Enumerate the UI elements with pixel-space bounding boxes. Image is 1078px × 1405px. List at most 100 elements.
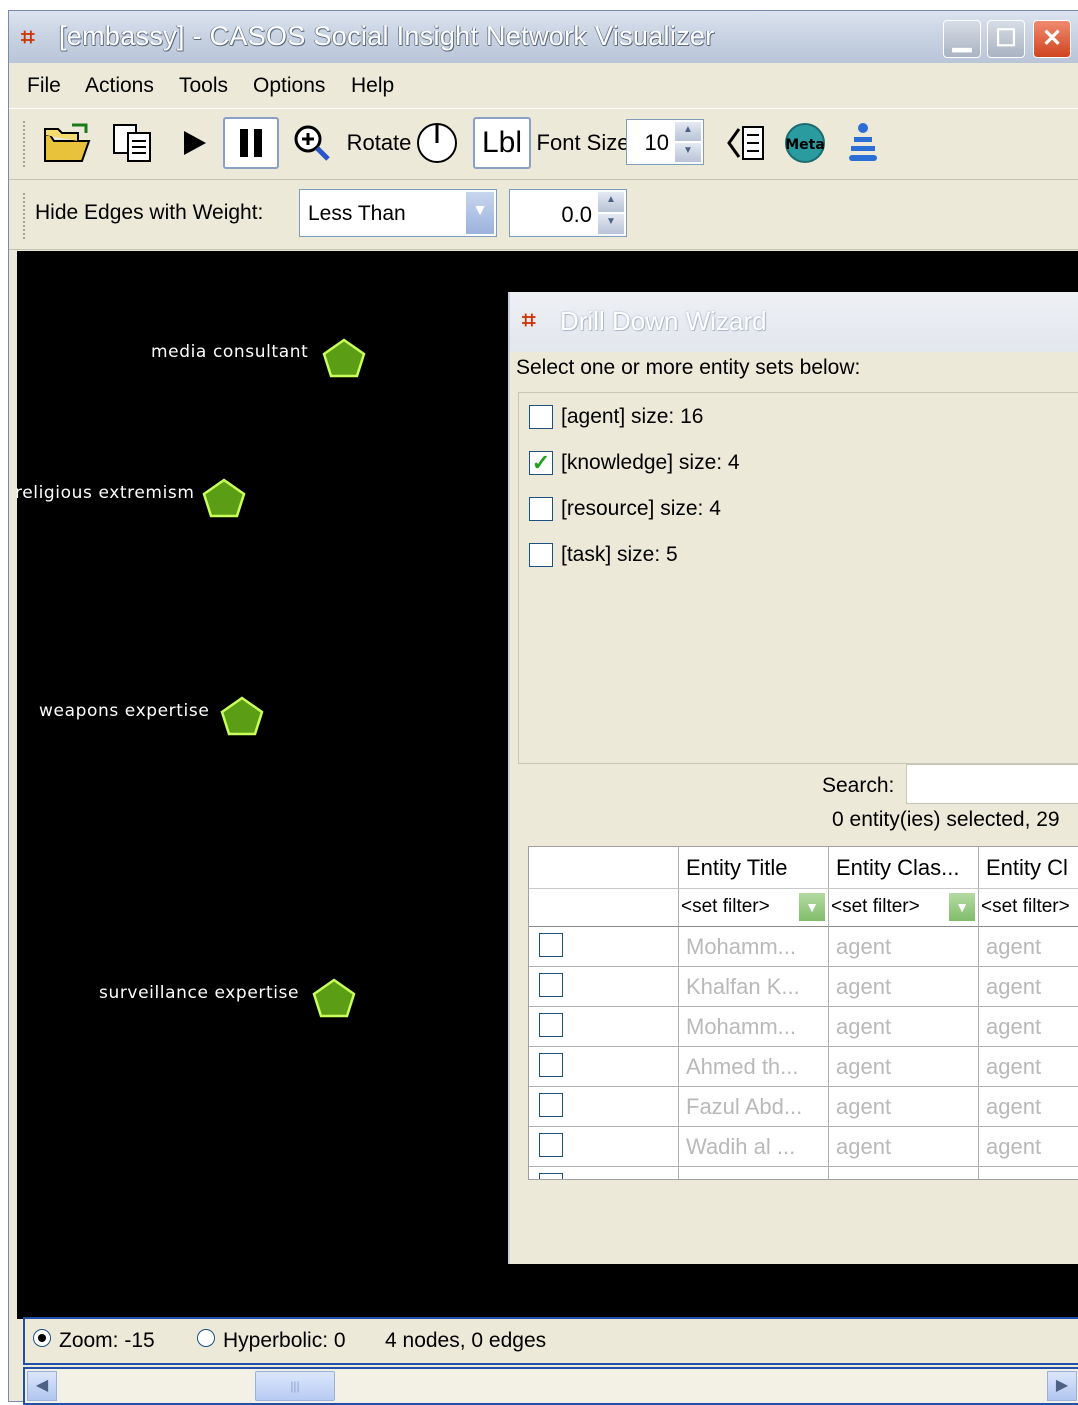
rotate-dial[interactable]: [413, 117, 461, 169]
entity-class-cell[interactable]: agent: [979, 1047, 1078, 1087]
copy-button[interactable]: [105, 117, 161, 169]
entity-set-checkbox[interactable]: ✓: [529, 451, 553, 475]
column-header-select[interactable]: [529, 847, 679, 889]
chevron-down-icon[interactable]: ▼: [465, 191, 495, 235]
entity-class-cell[interactable]: agent: [979, 927, 1078, 967]
toolbar-grip[interactable]: [23, 121, 29, 167]
table-cell: [679, 1167, 829, 1179]
scroll-right-icon[interactable]: ▶: [1047, 1371, 1077, 1401]
scroll-thumb[interactable]: |||: [255, 1371, 335, 1401]
window-title: [embassy] - CASOS Social Insight Network…: [59, 21, 715, 51]
open-folder-button[interactable]: [39, 117, 95, 169]
entity-set-item[interactable]: [agent] size: 16: [529, 405, 703, 429]
spinner-down-icon[interactable]: ▼: [597, 213, 625, 235]
row-checkbox[interactable]: [539, 1013, 563, 1037]
entity-set-checkbox[interactable]: [529, 543, 553, 567]
entity-title-cell[interactable]: Khalfan K...: [679, 967, 829, 1007]
hyperbolic-radio[interactable]: [197, 1329, 215, 1347]
legend-button[interactable]: [721, 117, 773, 169]
row-select-cell: [529, 1087, 679, 1127]
meta-button[interactable]: Meta: [781, 117, 829, 169]
column-header-entity-class-2[interactable]: Entity Cl: [979, 847, 1078, 889]
entity-class-cell[interactable]: agent: [829, 967, 979, 1007]
spinner-up-icon[interactable]: ▲: [674, 121, 702, 142]
filterbar-grip[interactable]: [23, 193, 29, 239]
entity-set-label: [resource] size: 4: [561, 497, 721, 520]
maximize-icon: ☐: [995, 25, 1017, 52]
horizontal-scrollbar[interactable]: ◀ ||| ▶: [23, 1367, 1078, 1405]
row-checkbox[interactable]: [539, 1133, 563, 1157]
weight-operator-select[interactable]: Less Than ▼: [299, 189, 497, 237]
drill-down-wizard-dialog: ⌗ Drill Down Wizard Select one or more e…: [508, 292, 1078, 1264]
menu-options[interactable]: Options: [253, 74, 325, 98]
spinner-up-icon[interactable]: ▲: [597, 191, 625, 213]
entity-class-cell[interactable]: agent: [979, 1007, 1078, 1047]
entity-set-checkbox[interactable]: [529, 497, 553, 521]
weight-value-spinner[interactable]: 0.0 ▲ ▼: [509, 189, 627, 237]
layout-button[interactable]: [841, 117, 885, 169]
class2-filter-select[interactable]: <set filter>: [979, 889, 1078, 927]
row-checkbox[interactable]: [539, 1053, 563, 1077]
column-header-entity-title[interactable]: Entity Title: [679, 847, 829, 889]
minimize-button[interactable]: ▁: [943, 20, 981, 58]
zoom-button[interactable]: [289, 117, 335, 169]
font-size-spinner-arrows[interactable]: ▲ ▼: [674, 121, 702, 163]
font-size-spinner[interactable]: 10 ▲ ▼: [626, 119, 704, 165]
chevron-down-icon[interactable]: ▼: [798, 892, 826, 922]
toolbar: Rotate Lbl Font Size 10 ▲ ▼ Meta: [9, 108, 1078, 180]
entity-set-item[interactable]: [resource] size: 4: [529, 497, 721, 521]
search-input[interactable]: [906, 764, 1078, 804]
entity-class-cell[interactable]: agent: [829, 1087, 979, 1127]
play-button[interactable]: [173, 117, 215, 169]
row-select-cell: [529, 1007, 679, 1047]
row-checkbox[interactable]: [539, 1173, 563, 1179]
scroll-left-icon[interactable]: ◀: [27, 1371, 57, 1401]
node-pentagon-icon[interactable]: [219, 695, 265, 737]
node-pentagon-icon[interactable]: [321, 337, 367, 379]
row-checkbox[interactable]: [539, 973, 563, 997]
row-select-cell: [529, 927, 679, 967]
spinner-down-icon[interactable]: ▼: [674, 142, 702, 163]
entity-class-cell[interactable]: agent: [979, 967, 1078, 1007]
node-pentagon-icon[interactable]: [201, 477, 247, 519]
entity-title-cell[interactable]: Wadih al ...: [679, 1127, 829, 1167]
title-bar[interactable]: ⌗ [embassy] - CASOS Social Insight Netwo…: [9, 11, 1078, 63]
pause-button[interactable]: [223, 117, 279, 169]
entity-title-cell[interactable]: Mohamm...: [679, 927, 829, 967]
entity-class-cell[interactable]: agent: [829, 1047, 979, 1087]
checkmark-icon: ✓: [531, 450, 551, 475]
play-icon: [184, 131, 206, 155]
node-pentagon-icon[interactable]: [311, 977, 357, 1019]
column-header-entity-class[interactable]: Entity Clas...: [829, 847, 979, 889]
maximize-button[interactable]: ☐: [987, 20, 1025, 58]
entity-class-cell[interactable]: agent: [829, 927, 979, 967]
entity-title-cell[interactable]: Fazul Abd...: [679, 1087, 829, 1127]
menu-file[interactable]: File: [27, 74, 61, 98]
entity-title-cell[interactable]: Ahmed th...: [679, 1047, 829, 1087]
weight-value: 0.0: [561, 202, 592, 227]
title-filter-select[interactable]: <set filter> ▼: [679, 889, 829, 927]
menu-help[interactable]: Help: [351, 74, 394, 98]
dialog-title-bar[interactable]: ⌗ Drill Down Wizard: [510, 292, 1078, 352]
entity-class-cell[interactable]: agent: [829, 1127, 979, 1167]
zoom-radio[interactable]: [33, 1329, 51, 1347]
chevron-down-icon[interactable]: ▼: [948, 892, 976, 922]
entity-set-item[interactable]: ✓ [knowledge] size: 4: [529, 451, 740, 475]
entity-class-cell[interactable]: agent: [829, 1007, 979, 1047]
row-checkbox[interactable]: [539, 1093, 563, 1117]
close-button[interactable]: ✕: [1033, 20, 1071, 58]
entity-set-checkbox[interactable]: [529, 405, 553, 429]
menu-tools[interactable]: Tools: [179, 74, 228, 98]
menu-actions[interactable]: Actions: [85, 74, 154, 98]
weight-spinner-arrows[interactable]: ▲ ▼: [597, 191, 625, 235]
entity-set-item[interactable]: [task] size: 5: [529, 543, 678, 567]
class-filter-select[interactable]: <set filter> ▼: [829, 889, 979, 927]
entity-class-cell[interactable]: agent: [979, 1127, 1078, 1167]
label-toggle-button[interactable]: Lbl: [473, 117, 531, 169]
row-select-cell: [529, 1047, 679, 1087]
entity-set-label: [task] size: 5: [561, 543, 678, 566]
row-checkbox[interactable]: [539, 933, 563, 957]
entity-class-cell[interactable]: agent: [979, 1087, 1078, 1127]
entity-title-cell[interactable]: Mohamm...: [679, 1007, 829, 1047]
app-network-icon: ⌗: [21, 24, 35, 51]
